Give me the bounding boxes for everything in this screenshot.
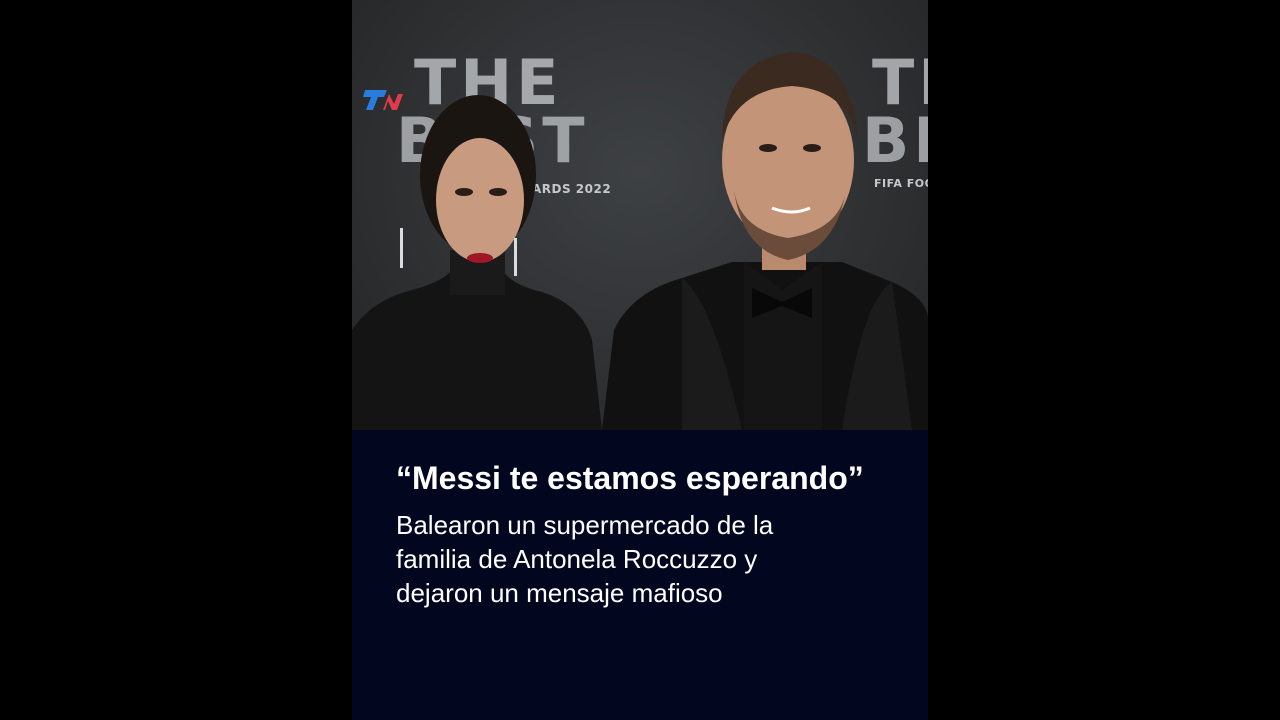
tn-logo-icon [363, 90, 403, 110]
subhead-line: Balearon un supermercado de la [396, 510, 774, 540]
people-illustration [352, 52, 928, 430]
woman-figure [352, 95, 602, 430]
news-photo: THE BEST ARDS 2022 THE BEST FIFA FOO [352, 0, 928, 430]
subhead-line: familia de Antonela Roccuzzo y [396, 544, 758, 574]
man-figure [602, 52, 928, 430]
caption-panel: “Messi te estamos esperando” Balearon un… [352, 430, 928, 720]
video-frame[interactable]: THE BEST ARDS 2022 THE BEST FIFA FOO [352, 0, 928, 720]
player-stage: THE BEST ARDS 2022 THE BEST FIFA FOO [0, 0, 1280, 720]
subhead: Balearon un supermercado de la familia d… [396, 508, 896, 610]
headline: “Messi te estamos esperando” [396, 460, 864, 496]
subhead-line: dejaron un mensaje mafioso [396, 578, 723, 608]
